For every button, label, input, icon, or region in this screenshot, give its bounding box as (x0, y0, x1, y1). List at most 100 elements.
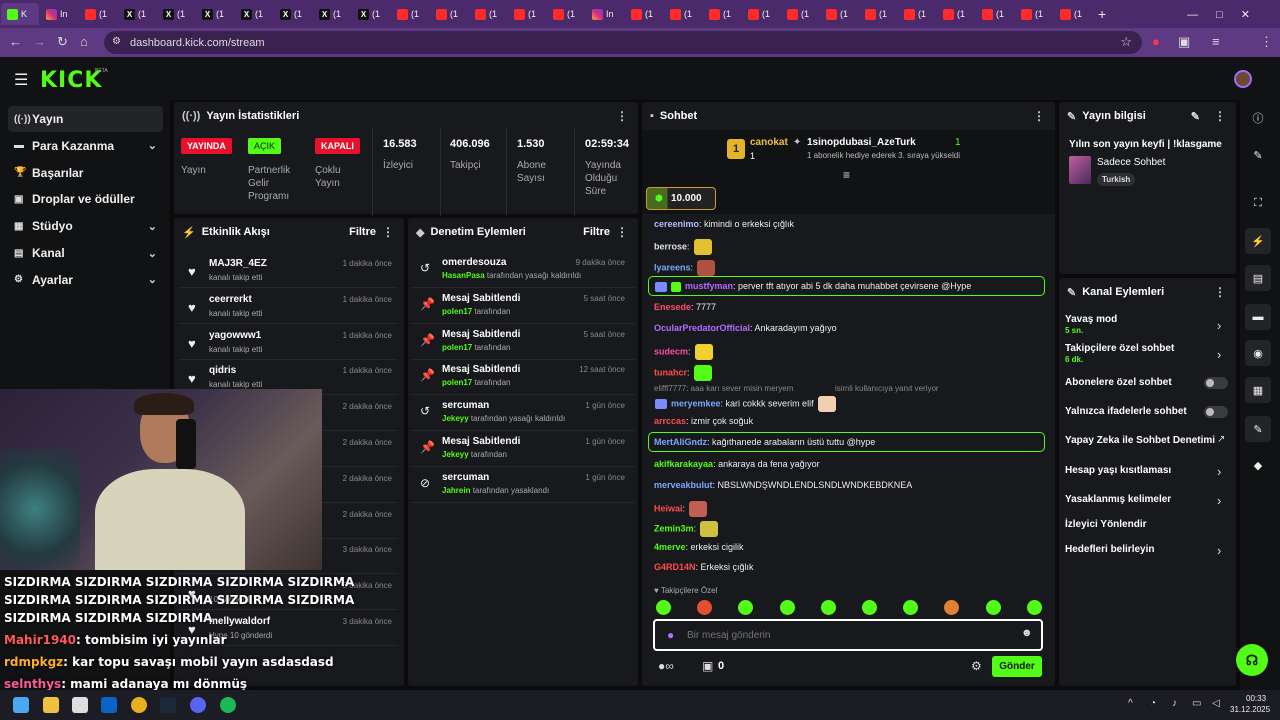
kicks-goal-bar[interactable]: ⬢ 10.000 (646, 187, 716, 210)
quick-emote[interactable] (862, 600, 877, 615)
activity-menu-icon[interactable]: ⋮ (382, 225, 394, 239)
spotify-icon[interactable] (220, 697, 236, 713)
chat-username[interactable]: cereenimo (654, 219, 699, 229)
browser-tab[interactable]: (1 (820, 3, 858, 25)
sidebar-item-3[interactable]: 🏆 Başarılar (8, 160, 163, 186)
kick-logo[interactable]: KICK (40, 68, 102, 93)
extension-icon[interactable]: ● (1152, 34, 1160, 49)
quick-emote[interactable] (656, 600, 671, 615)
moderation-action-name[interactable]: Mesaj Sabitlendi (442, 293, 520, 304)
channel-actions-menu-icon[interactable]: ⋮ (1214, 285, 1226, 299)
store-icon[interactable] (72, 697, 88, 713)
emoji-picker-icon[interactable]: ☻ (1021, 627, 1033, 639)
browser-tab[interactable]: K (1, 3, 39, 25)
back-icon[interactable]: ← (9, 34, 22, 49)
chevron-down-icon[interactable]: ⌄ (148, 273, 157, 286)
channel-action-8[interactable]: İzleyici Yönlendir (1065, 519, 1147, 530)
browser-tab[interactable]: (1 (1054, 3, 1092, 25)
gift-icon[interactable]: ▣ (702, 659, 713, 673)
chat-username[interactable]: akifkarakayaa (654, 459, 713, 469)
stream-info-menu-icon[interactable]: ⋮ (1214, 109, 1226, 123)
chevron-right-icon[interactable]: › (1217, 493, 1221, 508)
chevron-right-icon[interactable]: › (1217, 318, 1221, 333)
sidebar-item-7[interactable]: ⚙ Ayarlar ⌄ (8, 267, 163, 293)
chat-username[interactable]: Enesede (654, 302, 691, 312)
monitor-icon[interactable]: ▭ (1192, 698, 1201, 709)
chat-username[interactable]: Zemin3m (654, 523, 694, 533)
file-explorer-icon[interactable] (43, 697, 59, 713)
moderation-action-name[interactable]: sercuman (442, 472, 489, 483)
moderation-action-name[interactable]: omerdesouza (442, 257, 506, 268)
chat-settings-gear-icon[interactable]: ⚙ (971, 659, 982, 673)
chat-username[interactable]: Heiwai (654, 503, 683, 513)
chat-username[interactable]: merveakbulut (654, 480, 713, 490)
outlook-icon[interactable] (101, 697, 117, 713)
moderation-filter-button[interactable]: Filtre (583, 226, 610, 238)
browser-tab[interactable]: (1 (742, 3, 780, 25)
broadcast-icon[interactable]: ◉ (1245, 340, 1271, 366)
browser-tab[interactable]: (1 (937, 3, 975, 25)
activity-user[interactable]: qidris (209, 365, 236, 376)
channel-action-2[interactable]: Takipçilere özel sohbet 6 dk. (1065, 343, 1174, 364)
chat-username[interactable]: meryemkee (671, 398, 721, 408)
expand-leaderboard-icon[interactable]: ≡ (843, 168, 850, 182)
steam-icon[interactable] (160, 697, 176, 713)
moderator-name[interactable]: polen17 (442, 307, 472, 316)
edit-pencil-icon[interactable]: ✎ (1191, 110, 1200, 123)
browser-tab[interactable]: In (40, 3, 78, 25)
chat-username[interactable]: sudecm (654, 346, 688, 356)
info-icon[interactable]: ⓘ (1245, 105, 1271, 131)
moderator-name[interactable]: Jekeyy (442, 450, 469, 459)
chat-username[interactable]: berrose (654, 241, 687, 251)
activity-filter-button[interactable]: Filtre (349, 226, 376, 238)
chat-menu-icon[interactable]: ⋮ (1033, 109, 1045, 123)
browser-tab[interactable]: (1 (781, 3, 819, 25)
chevron-down-icon[interactable]: ⌄ (148, 139, 157, 152)
browser-tab[interactable]: X (1 (196, 3, 234, 25)
browser-tab[interactable]: (1 (391, 3, 429, 25)
toggle-switch[interactable] (1204, 406, 1228, 418)
new-tab-icon[interactable]: + (1098, 6, 1106, 22)
moderation-action-name[interactable]: Mesaj Sabitlendi (442, 329, 520, 340)
activity-user[interactable]: yagowww1 (209, 330, 261, 341)
sidebar-item-1[interactable]: ((·)) Yayın (8, 106, 163, 132)
chat-username[interactable]: 4merve (654, 542, 686, 552)
wifi-icon[interactable]: ◔ (1150, 698, 1156, 709)
extensions-puzzle-icon[interactable]: ▣ (1178, 34, 1190, 50)
top-gifter-name[interactable]: canokat (750, 137, 788, 148)
shapes-icon[interactable]: ◆ (1245, 452, 1271, 478)
channel-action-3[interactable]: Abonelere özel sohbet (1065, 377, 1172, 388)
home-icon[interactable]: ⌂ (80, 34, 88, 49)
quick-emote[interactable] (820, 600, 836, 615)
browser-tab[interactable]: (1 (547, 3, 585, 25)
chevron-right-icon[interactable]: › (1217, 347, 1221, 362)
discord-icon[interactable] (190, 697, 206, 713)
layout-icon[interactable]: ▦ (1245, 377, 1271, 403)
chat-username[interactable]: lyareens (654, 262, 691, 272)
chevron-down-icon[interactable]: ⌄ (148, 247, 157, 260)
chrome-icon[interactable] (131, 697, 147, 713)
document-icon[interactable]: ▤ (1245, 265, 1271, 291)
moderation-action-name[interactable]: sercuman (442, 400, 489, 411)
chat-username[interactable]: G4RD14N (654, 562, 696, 572)
activity-user[interactable]: ceerrerkt (209, 294, 252, 305)
chat-input-box[interactable]: ● ☻ (653, 619, 1043, 651)
chevron-right-icon[interactable]: › (1217, 543, 1221, 558)
browser-tab[interactable]: (1 (508, 3, 546, 25)
chat-bubble-icon[interactable]: ▬ (1245, 304, 1271, 330)
moderation-action-name[interactable]: Mesaj Sabitlendi (442, 364, 520, 375)
moderator-name[interactable]: polen17 (442, 378, 472, 387)
send-message-button[interactable]: Gönder (992, 656, 1042, 677)
browser-tab[interactable]: X (1 (274, 3, 312, 25)
site-info-icon[interactable]: ⚙ (112, 36, 121, 47)
chevron-right-icon[interactable]: › (1217, 464, 1221, 479)
channel-action-6[interactable]: Hesap yaşı kısıtlaması (1065, 465, 1171, 476)
moderator-name[interactable]: Jekeyy (442, 414, 469, 423)
mic-icon[interactable]: ♪ (1172, 698, 1177, 709)
url-field[interactable]: ⚙ dashboard.kick.com/stream ☆ (104, 31, 1142, 54)
hamburger-menu-icon[interactable]: ☰ (14, 70, 28, 90)
chat-username[interactable]: tunahcr (654, 367, 687, 377)
chevron-down-icon[interactable]: ⌄ (148, 220, 157, 233)
language-tag[interactable]: Turkish (1097, 173, 1136, 186)
browser-tab[interactable]: (1 (859, 3, 897, 25)
